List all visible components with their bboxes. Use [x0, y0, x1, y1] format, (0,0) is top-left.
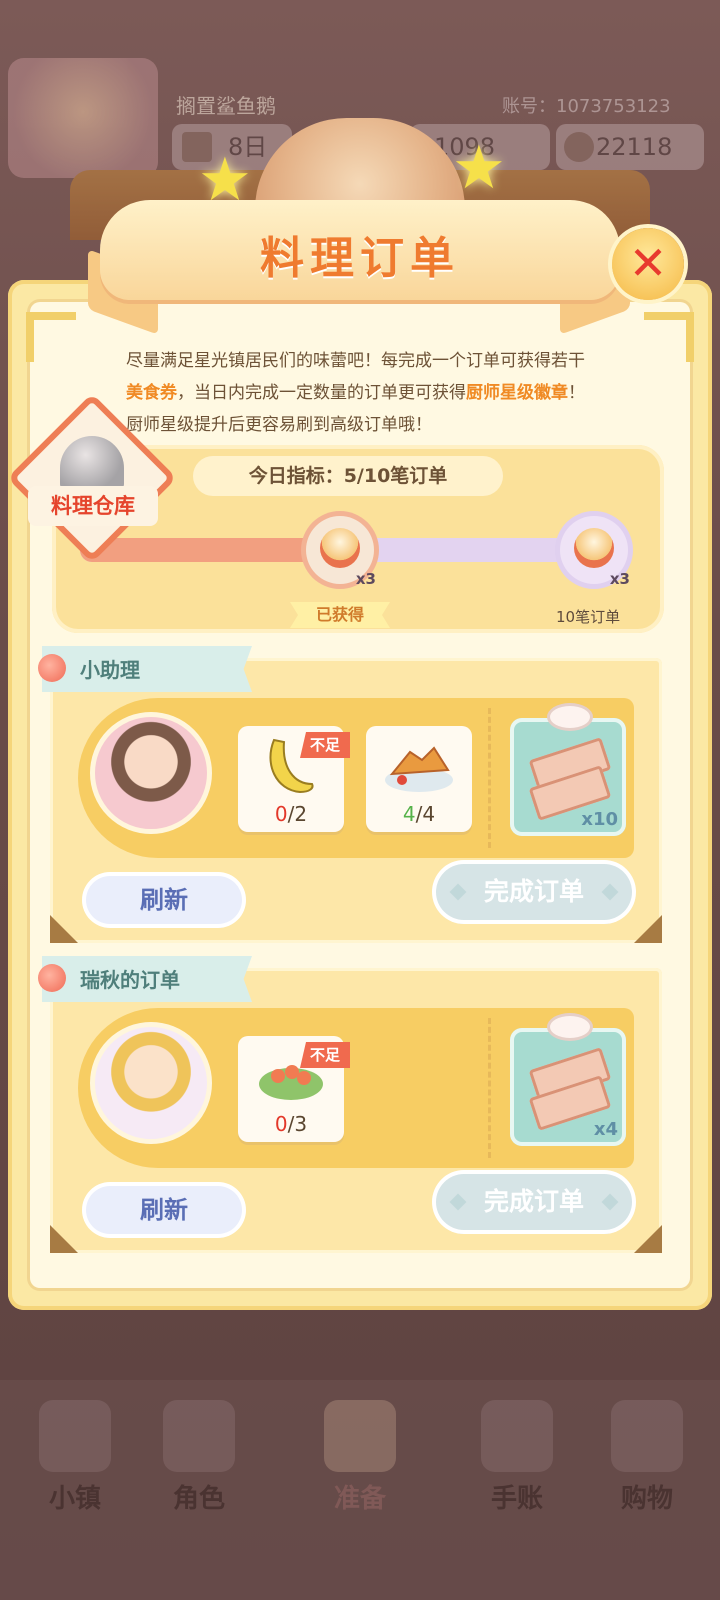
have-count: 0: [274, 1112, 288, 1136]
ingredient-quantity: 4/4: [366, 802, 472, 826]
highlight-food-coupon: 美食券: [126, 383, 177, 403]
character-icon: [163, 1400, 235, 1472]
corner-decoration: [26, 312, 76, 362]
nav-label: 小镇: [48, 1484, 101, 1514]
milestone-reward-10[interactable]: x3: [560, 516, 630, 588]
map-icon: [39, 1400, 111, 1472]
dialog-description: 尽量满足星光镇居民们的味蕾吧！每完成一个订单可获得若干美食券，当日内完成一定数量…: [126, 345, 596, 441]
coin-icon: [564, 132, 594, 162]
have-count: 0: [274, 802, 288, 826]
insufficient-tag: 不足: [300, 1042, 350, 1068]
dialog-title: 料理订单: [260, 233, 460, 284]
card-corner: [634, 915, 662, 943]
reward-quantity: x10: [581, 809, 618, 830]
prepare-icon: [324, 1400, 396, 1472]
close-icon: ✕: [628, 236, 668, 290]
description-text: ，当日内完成一定数量的订单更可获得: [177, 383, 466, 403]
corner-decoration: [644, 312, 694, 362]
reward-box[interactable]: x10: [510, 706, 626, 836]
order-title-tag: [42, 646, 252, 692]
progress-fill: [80, 538, 340, 562]
highlight-chef-badge: 厨师星级徽章: [466, 383, 568, 403]
card-corner: [634, 1225, 662, 1253]
complete-label: 完成订单: [483, 1187, 584, 1216]
nav-label: 购物: [620, 1484, 673, 1514]
diamond-deco: [449, 1193, 467, 1211]
bow-icon: [550, 706, 590, 728]
fried-dish-icon: [385, 746, 453, 792]
star-icon: ★: [452, 133, 506, 203]
milestone-reward-5[interactable]: x3: [306, 516, 376, 588]
nav-prepare[interactable]: 准备: [305, 1400, 415, 1515]
ingredient-quantity: 0/3: [238, 1112, 344, 1136]
need-count: /2: [287, 802, 308, 826]
complete-order-button[interactable]: 完成订单: [436, 1174, 632, 1230]
need-count: /4: [415, 802, 436, 826]
nav-label: 角色: [172, 1484, 225, 1514]
obtained-label: 已获得: [290, 602, 390, 628]
warehouse-label[interactable]: 料理仓库: [28, 486, 158, 526]
description-text: 尽量满足星光镇居民们的味蕾吧！每完成一个订单可获得若干: [126, 351, 585, 371]
need-count: /3: [287, 1112, 308, 1136]
gem-value: 22118: [596, 133, 673, 161]
customer-portrait: [90, 712, 212, 834]
bow-icon: [550, 1016, 590, 1038]
journal-icon: [481, 1400, 553, 1472]
gem-counter: 22118: [556, 124, 704, 170]
player-name: 搁置鲨鱼鹅: [176, 94, 276, 118]
reward-box[interactable]: x4: [510, 1016, 626, 1146]
ingredient-quantity: 0/2: [238, 802, 344, 826]
milestone-label: 10笔订单: [556, 608, 621, 626]
insufficient-tag: 不足: [300, 732, 350, 758]
customer-portrait: [90, 1022, 212, 1144]
diamond-deco: [449, 883, 467, 901]
nav-label: 准备: [333, 1484, 386, 1514]
refresh-button[interactable]: 刷新: [86, 1186, 242, 1234]
account-number: 账号：1073753123: [502, 96, 671, 117]
order-divider: [488, 1018, 491, 1158]
nav-shopping[interactable]: 购物: [592, 1400, 702, 1515]
nav-town[interactable]: 小镇: [20, 1400, 130, 1515]
order-card: 瑞秋的订单 不足 0/3 x4 刷新 完成订单: [38, 956, 662, 1253]
ingredient-slot[interactable]: 不足 0/2: [238, 726, 350, 832]
order-divider: [488, 708, 491, 848]
complete-order-button[interactable]: 完成订单: [436, 864, 632, 920]
diamond-deco: [601, 1193, 619, 1211]
refresh-button[interactable]: 刷新: [86, 876, 242, 924]
nav-label: 手账: [490, 1484, 543, 1514]
daily-target: 今日指标：5/10笔订单: [193, 456, 503, 496]
milestone-count: x3: [355, 570, 376, 588]
reward-quantity: x4: [593, 1119, 618, 1140]
pin-icon: [38, 654, 66, 682]
order-title: 瑞秋的订单: [80, 968, 180, 992]
nav-journal[interactable]: 手账: [462, 1400, 572, 1515]
cake-icon: [320, 528, 360, 568]
order-title: 小助理: [80, 658, 140, 682]
shopping-bag-icon: [611, 1400, 683, 1472]
nav-character[interactable]: 角色: [144, 1400, 254, 1515]
close-button[interactable]: ✕: [612, 228, 684, 300]
ingredient-slot[interactable]: 不足 0/3: [238, 1036, 350, 1142]
milestone-count: x3: [609, 570, 630, 588]
player-avatar: [8, 58, 158, 178]
card-corner: [50, 915, 78, 943]
diamond-deco: [601, 883, 619, 901]
order-card: 小助理 不足 0/2 4/4 x10 刷新 完成订单: [38, 646, 662, 943]
have-count: 4: [402, 802, 416, 826]
complete-label: 完成订单: [483, 877, 584, 906]
card-corner: [50, 1225, 78, 1253]
cake-icon: [574, 528, 614, 568]
ingredient-slot[interactable]: 4/4: [366, 726, 472, 832]
pin-icon: [38, 964, 66, 992]
